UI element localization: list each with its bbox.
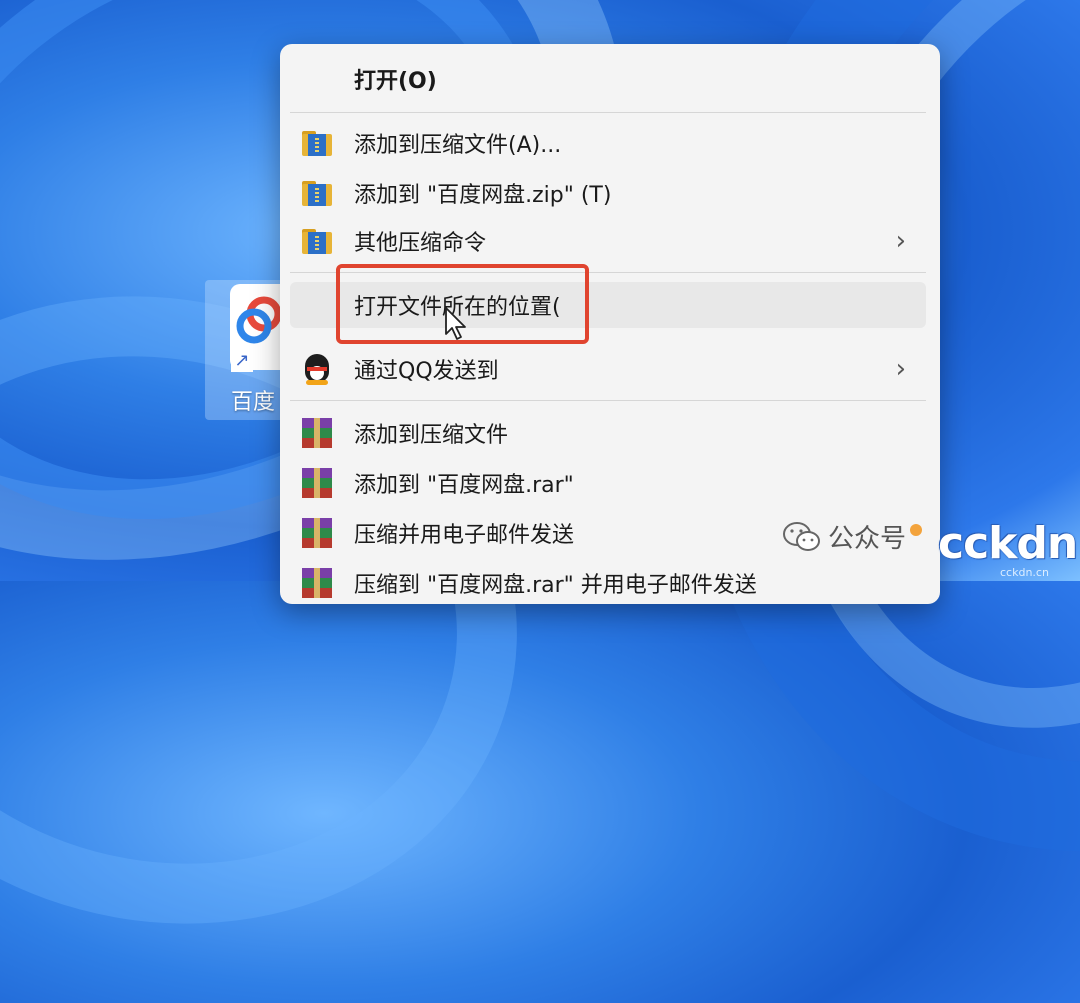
wechat-icon (782, 520, 822, 554)
zip-folder-icon (302, 128, 332, 158)
menu-item-add-to-rar[interactable]: 添加到 "百度网盘.rar" (290, 460, 926, 506)
menu-separator (290, 400, 926, 401)
menu-item-add-to-archive[interactable]: 添加到压缩文件(A)... (290, 120, 926, 166)
menu-item-add-to-zip[interactable]: 添加到 "百度网盘.zip" (T) (290, 170, 926, 216)
menu-item-send-via-qq[interactable]: 通过QQ发送到 › (290, 346, 926, 392)
site-url-text: cckdn.cn (1000, 566, 1049, 579)
menu-separator (290, 112, 926, 113)
chevron-right-icon: › (895, 354, 906, 384)
wechat-account-text: 公众号 (828, 524, 907, 554)
menu-item-label: 添加到 "百度网盘.zip" (T) (354, 183, 612, 208)
zip-folder-icon (302, 226, 332, 256)
site-logo-watermark: cckdn cckdn.cn (928, 518, 1080, 581)
winrar-icon (302, 518, 332, 548)
site-logo-text: cckdn (938, 518, 1078, 569)
menu-item-label: 压缩到 "百度网盘.rar" 并用电子邮件发送 (354, 573, 757, 598)
menu-item-label: 通过QQ发送到 (354, 359, 499, 384)
menu-item-label: 添加到 "百度网盘.rar" (354, 473, 574, 498)
menu-item-other-compress[interactable]: 其他压缩命令 › (290, 218, 926, 264)
desktop-icon-label: 百度 (231, 390, 276, 415)
chevron-right-icon: › (895, 226, 906, 256)
orange-dot (910, 523, 923, 536)
menu-item-label: 添加到压缩文件(A)... (354, 133, 562, 158)
menu-item-label: 压缩并用电子邮件发送 (354, 523, 575, 548)
wechat-watermark: 公众号 (782, 518, 923, 555)
winrar-icon (302, 468, 332, 498)
menu-item-open[interactable]: 打开(O) (290, 56, 926, 102)
qq-penguin-icon (302, 354, 332, 385)
winrar-icon (302, 418, 332, 448)
shortcut-arrow-icon: ↗ (231, 350, 253, 372)
winrar-icon (302, 568, 332, 598)
menu-item-compress-to-rar-and-email[interactable]: 压缩到 "百度网盘.rar" 并用电子邮件发送 (290, 560, 926, 606)
menu-item-label: 其他压缩命令 (354, 231, 487, 256)
mouse-cursor-icon (445, 307, 466, 340)
zip-folder-icon (302, 178, 332, 208)
menu-item-label: 添加到压缩文件 (354, 423, 509, 448)
menu-item-label: 打开(O) (354, 69, 437, 94)
menu-item-add-to-compressed-file[interactable]: 添加到压缩文件 (290, 410, 926, 456)
